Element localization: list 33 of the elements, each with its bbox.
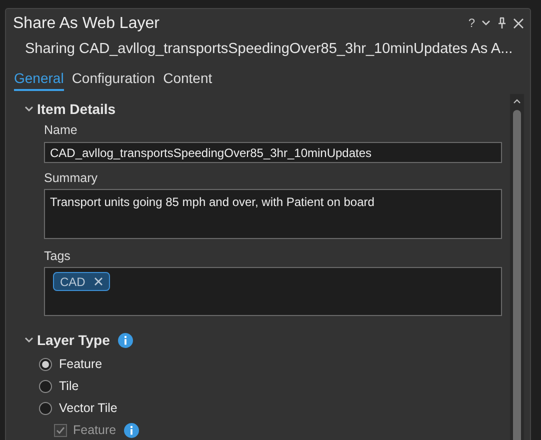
tab[interactable]: Content — [163, 69, 212, 91]
info-icon[interactable] — [124, 422, 140, 438]
section-heading: Layer Type — [37, 331, 110, 349]
scroll-up-icon[interactable] — [513, 98, 521, 104]
radio-button[interactable] — [39, 358, 52, 370]
radio-button[interactable] — [39, 380, 52, 392]
tags-field[interactable]: CAD — [44, 267, 502, 316]
radio-button[interactable] — [39, 402, 52, 414]
name-field[interactable]: CAD_avllog_transportsSpeedingOver85_3hr_10minUpdates — [44, 142, 502, 163]
summary-field[interactable]: Transport units going 85 mph and over, with Patient on board — [44, 189, 502, 239]
pin-icon[interactable] — [497, 17, 507, 29]
scroll-thumb[interactable] — [513, 110, 521, 440]
tab[interactable]: General — [14, 69, 64, 91]
tab[interactable]: Configuration — [72, 69, 156, 91]
chevron-icon[interactable] — [24, 104, 34, 114]
radio-label: Vector Tile — [59, 400, 118, 417]
field-label: Tags — [44, 248, 72, 264]
close-icon[interactable] — [513, 18, 524, 28]
help-button[interactable]: ? — [468, 16, 475, 30]
tag-chip[interactable]: CAD — [53, 272, 110, 291]
field-label: Summary — [44, 170, 98, 186]
window-title: Share As Web Layer — [13, 14, 160, 34]
radio-label: Feature — [59, 356, 102, 373]
chevron-icon[interactable] — [24, 335, 34, 345]
window-subtitle: Sharing CAD_avllog_transportsSpeedingOver85_3hr_10minUpdates As A... — [24, 40, 514, 58]
radio-label: Tile — [59, 378, 79, 395]
checkbox-label: Feature — [73, 422, 116, 439]
section-heading: Item Details — [37, 100, 116, 118]
info-icon[interactable] — [118, 332, 133, 348]
scrollbar[interactable] — [510, 94, 524, 440]
dropdown-icon[interactable] — [481, 18, 491, 28]
field-label: Name — [44, 122, 78, 138]
remove-icon[interactable] — [94, 277, 104, 286]
